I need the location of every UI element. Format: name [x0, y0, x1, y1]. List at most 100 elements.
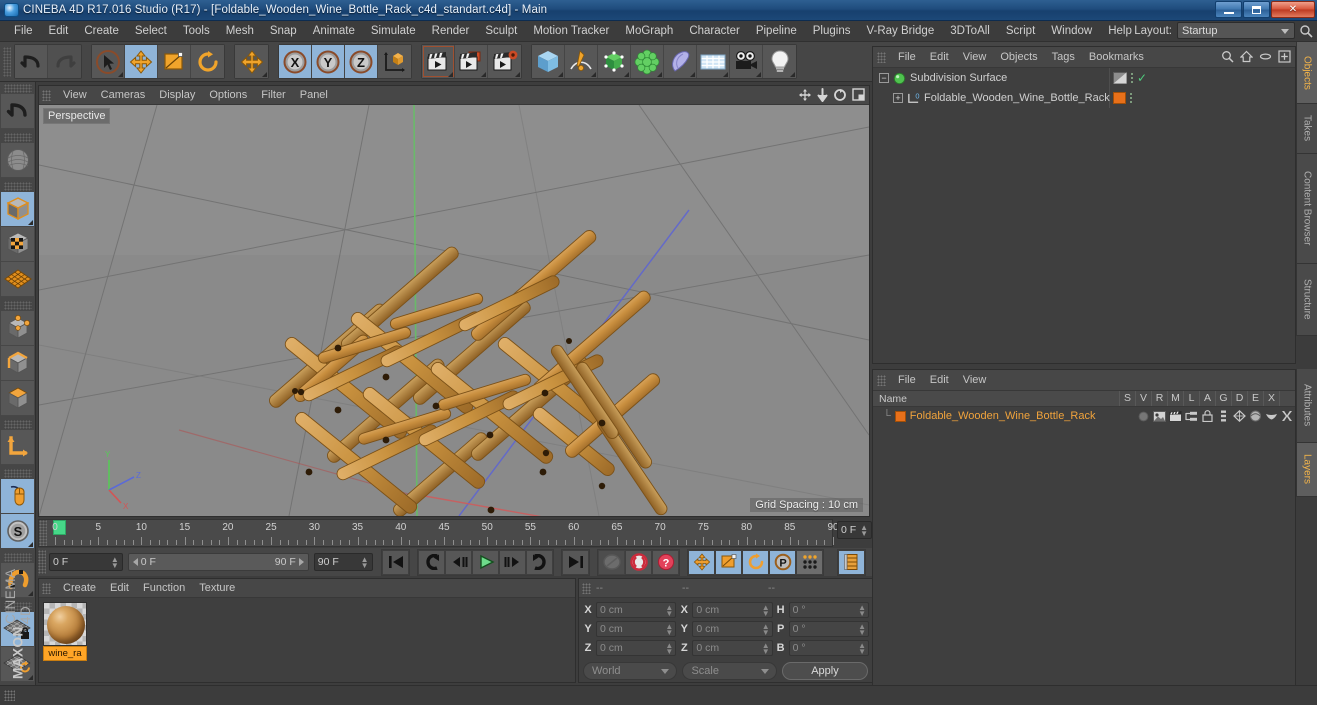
expander-icon[interactable]: + [893, 93, 903, 103]
menu-mograph[interactable]: MoGraph [617, 23, 681, 39]
texture-mode-button[interactable] [1, 227, 34, 262]
add-scene-object-button[interactable] [697, 45, 730, 78]
xref-icon[interactable] [1279, 408, 1295, 424]
material-menu-edit[interactable]: Edit [103, 581, 136, 595]
add-deformer-button[interactable] [664, 45, 697, 78]
scale-tool-button[interactable] [158, 45, 191, 78]
deformer-icon[interactable] [1247, 408, 1263, 424]
tab-objects[interactable]: Objects [1296, 42, 1317, 104]
layer-row[interactable]: └ Foldable_Wooden_Wine_Bottle_Rack [873, 407, 1295, 425]
menu-snap[interactable]: Snap [262, 23, 305, 39]
add-mograph-button[interactable] [631, 45, 664, 78]
object-tree[interactable]: − Subdivision Surface ✓ + 0 Foldable_Woo… [873, 68, 1295, 108]
menu-edit[interactable]: Edit [41, 23, 77, 39]
editable-object-button[interactable] [1, 192, 34, 227]
menu-sculpt[interactable]: Sculpt [477, 23, 525, 39]
render-icon[interactable] [1167, 408, 1183, 424]
layer-col-g[interactable]: G [1215, 391, 1231, 406]
menu-mesh[interactable]: Mesh [218, 23, 262, 39]
coord-input-size-x[interactable]: 0 cm ▲ ▼ [692, 601, 773, 618]
uv-mesh-button[interactable] [1, 262, 34, 297]
lock-x-axis-button[interactable]: X [279, 45, 312, 78]
coord-input-pos-y[interactable]: 0 cm ▲ ▼ [596, 620, 677, 637]
material-menu-texture[interactable]: Texture [192, 581, 242, 595]
coord-input-size-z[interactable]: 0 cm ▲ ▼ [692, 639, 773, 656]
move-alt-tool-button[interactable] [235, 45, 268, 78]
layer-col-s[interactable]: S [1119, 391, 1135, 406]
coordinate-system-select[interactable]: World [583, 662, 678, 680]
viewport-maximize-icon[interactable] [852, 88, 865, 101]
object-manager-grip[interactable] [877, 51, 886, 63]
animation-toolbar-grip[interactable] [38, 550, 46, 574]
left-toolbar-grip-6[interactable] [3, 469, 32, 478]
scale-key-button[interactable] [715, 549, 742, 575]
spinner-icon[interactable]: ▲ ▼ [111, 556, 119, 570]
coord-input-size-y[interactable]: 0 cm ▲ ▼ [692, 620, 773, 637]
timeline-track[interactable]: 0 5 10 15 20 25 30 35 40 45 50 55 60 65 70 75 80 85 90 [47, 520, 839, 546]
render-settings-button[interactable] [488, 45, 521, 78]
solo-dot-icon[interactable] [1135, 408, 1151, 424]
add-light-button[interactable] [763, 45, 796, 78]
go-to-previous-key-button[interactable] [418, 549, 445, 575]
viewport-pan-icon[interactable] [798, 88, 812, 102]
viewport-menu-display[interactable]: Display [152, 88, 202, 102]
layer-color-swatch[interactable] [894, 410, 906, 422]
viewport-rotate-icon[interactable] [833, 88, 847, 102]
coord-input-rot-p[interactable]: 0 ° ▲ ▼ [788, 620, 869, 637]
tab-structure[interactable]: Structure [1296, 264, 1317, 336]
render-to-picture-viewer-button[interactable] [455, 45, 488, 78]
layer-manager-grip[interactable] [877, 374, 886, 386]
menu-pipeline[interactable]: Pipeline [748, 23, 805, 39]
add-primitive-cube-button[interactable] [532, 45, 565, 78]
close-button[interactable]: ✕ [1271, 1, 1315, 18]
preview-range-bar[interactable]: 0 F 90 F [127, 553, 309, 571]
object-menu-view[interactable]: View [956, 50, 994, 64]
coord-input-rot-b[interactable]: 0 ° ▲ ▼ [788, 639, 869, 656]
apply-button[interactable]: Apply [781, 662, 868, 680]
add-generator-button[interactable] [598, 45, 631, 78]
tab-attributes[interactable]: Attributes [1296, 369, 1317, 443]
object-row-subdivision-surface[interactable]: − Subdivision Surface ✓ [873, 68, 1295, 88]
left-toolbar-grip-2[interactable] [3, 133, 32, 142]
material-panel-grip[interactable] [42, 582, 51, 594]
autokeying-button[interactable] [625, 549, 652, 575]
step-back-button[interactable] [445, 549, 472, 575]
lock-z-axis-button[interactable]: Z [345, 45, 378, 78]
layer-col-r[interactable]: R [1151, 391, 1167, 406]
render-region-button[interactable] [1, 143, 34, 178]
rotation-key-button[interactable] [742, 549, 769, 575]
go-to-next-key-button[interactable] [526, 549, 553, 575]
current-frame-field[interactable]: 0 F ▲ ▼ [49, 553, 123, 571]
timeline-layout-button[interactable] [838, 549, 865, 575]
rotate-tool-button[interactable] [191, 45, 224, 78]
menu-window[interactable]: Window [1043, 23, 1100, 39]
viewport-grip[interactable] [42, 89, 51, 101]
animation-icon[interactable] [1215, 408, 1231, 424]
visibility-check-icon[interactable]: ✓ [1137, 71, 1147, 85]
visible-icon[interactable] [1151, 408, 1167, 424]
menu-file[interactable]: File [6, 23, 41, 39]
left-toolbar-grip[interactable] [3, 84, 32, 93]
object-menu-bookmarks[interactable]: Bookmarks [1082, 50, 1151, 64]
tab-content-browser[interactable]: Content Browser [1296, 154, 1317, 264]
restore-button[interactable] [1243, 1, 1270, 18]
end-frame-field[interactable]: 90 F ▲ ▼ [313, 553, 373, 571]
undo-button[interactable] [15, 45, 48, 78]
parameter-key-button[interactable]: P [769, 549, 796, 575]
menu-render[interactable]: Render [424, 23, 478, 39]
layer-col-d[interactable]: D [1231, 391, 1247, 406]
material-tag-orange[interactable] [1113, 92, 1126, 104]
add-spline-button[interactable] [565, 45, 598, 78]
menu-motion-tracker[interactable]: Motion Tracker [525, 23, 617, 39]
undo-view-button[interactable] [1, 94, 34, 129]
object-menu-file[interactable]: File [891, 50, 923, 64]
layer-col-e[interactable]: E [1247, 391, 1263, 406]
go-to-start-button[interactable] [382, 549, 409, 575]
minimize-button[interactable] [1215, 1, 1242, 18]
menu-3dtoall[interactable]: 3DToAll [942, 23, 998, 39]
material-sphere-preview[interactable] [43, 602, 87, 646]
layer-col-x[interactable]: X [1263, 391, 1279, 406]
layer-menu-view[interactable]: View [956, 373, 994, 387]
material-menu-create[interactable]: Create [56, 581, 103, 595]
record-active-objects-button[interactable] [598, 549, 625, 575]
